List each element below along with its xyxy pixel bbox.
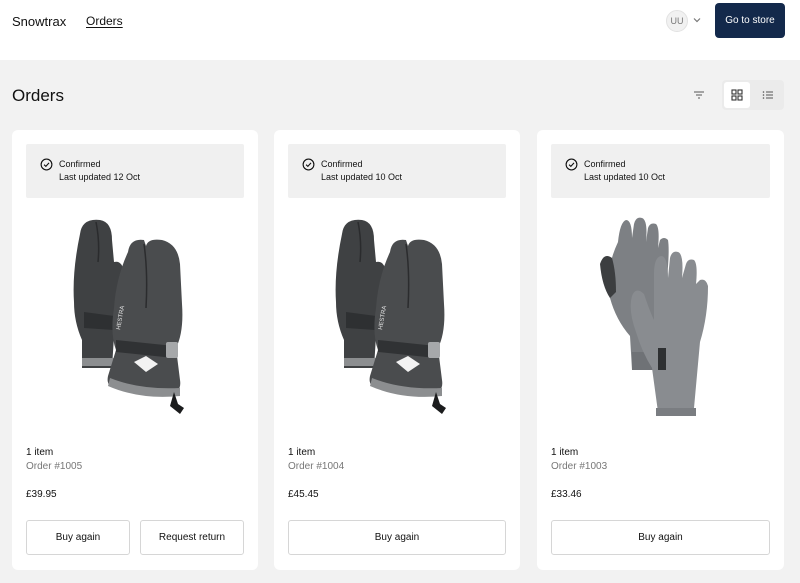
order-status-box: Confirmed Last updated 10 Oct bbox=[551, 144, 770, 198]
user-avatar[interactable]: UU bbox=[666, 10, 688, 32]
buy-again-button[interactable]: Buy again bbox=[551, 520, 770, 555]
order-status-box: Confirmed Last updated 12 Oct bbox=[26, 144, 244, 198]
order-status: Confirmed bbox=[321, 159, 363, 169]
view-toggle bbox=[722, 80, 784, 110]
order-number: Order #1005 bbox=[26, 461, 83, 472]
check-circle-icon bbox=[565, 158, 578, 171]
order-card: Confirmed Last updated 10 Oct 1 item Ord… bbox=[537, 130, 784, 570]
order-status: Confirmed bbox=[59, 159, 101, 169]
top-header: Snowtrax Orders UU Go to store bbox=[0, 0, 800, 60]
filter-icon bbox=[694, 91, 704, 99]
order-updated: Last updated 10 Oct bbox=[584, 172, 666, 182]
order-status-box: Confirmed Last updated 10 Oct bbox=[288, 144, 506, 198]
order-card: Confirmed Last updated 12 Oct 1 item Ord… bbox=[12, 130, 258, 570]
item-count: 1 item bbox=[551, 447, 579, 458]
order-status: Confirmed bbox=[584, 159, 626, 169]
check-circle-icon bbox=[40, 158, 53, 171]
order-price: £33.46 bbox=[551, 489, 582, 500]
item-count: 1 item bbox=[26, 447, 54, 458]
order-updated: Last updated 12 Oct bbox=[59, 172, 141, 182]
buy-again-button[interactable]: Buy again bbox=[288, 520, 506, 555]
product-image-mittens[interactable] bbox=[70, 212, 200, 422]
request-return-button[interactable]: Request return bbox=[140, 520, 244, 555]
product-image-mittens[interactable] bbox=[332, 212, 462, 422]
check-circle-icon bbox=[302, 158, 315, 171]
grid-view-button[interactable] bbox=[724, 82, 750, 108]
order-price: £39.95 bbox=[26, 489, 57, 500]
grid-view-icon bbox=[731, 89, 743, 101]
chevron-down-icon[interactable] bbox=[691, 14, 703, 26]
order-number: Order #1004 bbox=[288, 461, 345, 472]
filter-button[interactable] bbox=[690, 86, 708, 104]
list-view-button[interactable] bbox=[755, 82, 781, 108]
go-to-store-button[interactable]: Go to store bbox=[715, 3, 785, 38]
order-card: Confirmed Last updated 10 Oct 1 item Ord… bbox=[274, 130, 520, 570]
product-image-gloves[interactable] bbox=[596, 212, 726, 422]
buy-again-button[interactable]: Buy again bbox=[26, 520, 130, 555]
order-updated: Last updated 10 Oct bbox=[321, 172, 403, 182]
brand-name[interactable]: Snowtrax bbox=[12, 14, 66, 29]
order-number: Order #1003 bbox=[551, 461, 608, 472]
list-view-icon bbox=[762, 91, 773, 99]
page-title: Orders bbox=[12, 86, 64, 105]
order-price: £45.45 bbox=[288, 489, 319, 500]
nav-link-orders[interactable]: Orders bbox=[86, 14, 123, 28]
item-count: 1 item bbox=[288, 447, 316, 458]
